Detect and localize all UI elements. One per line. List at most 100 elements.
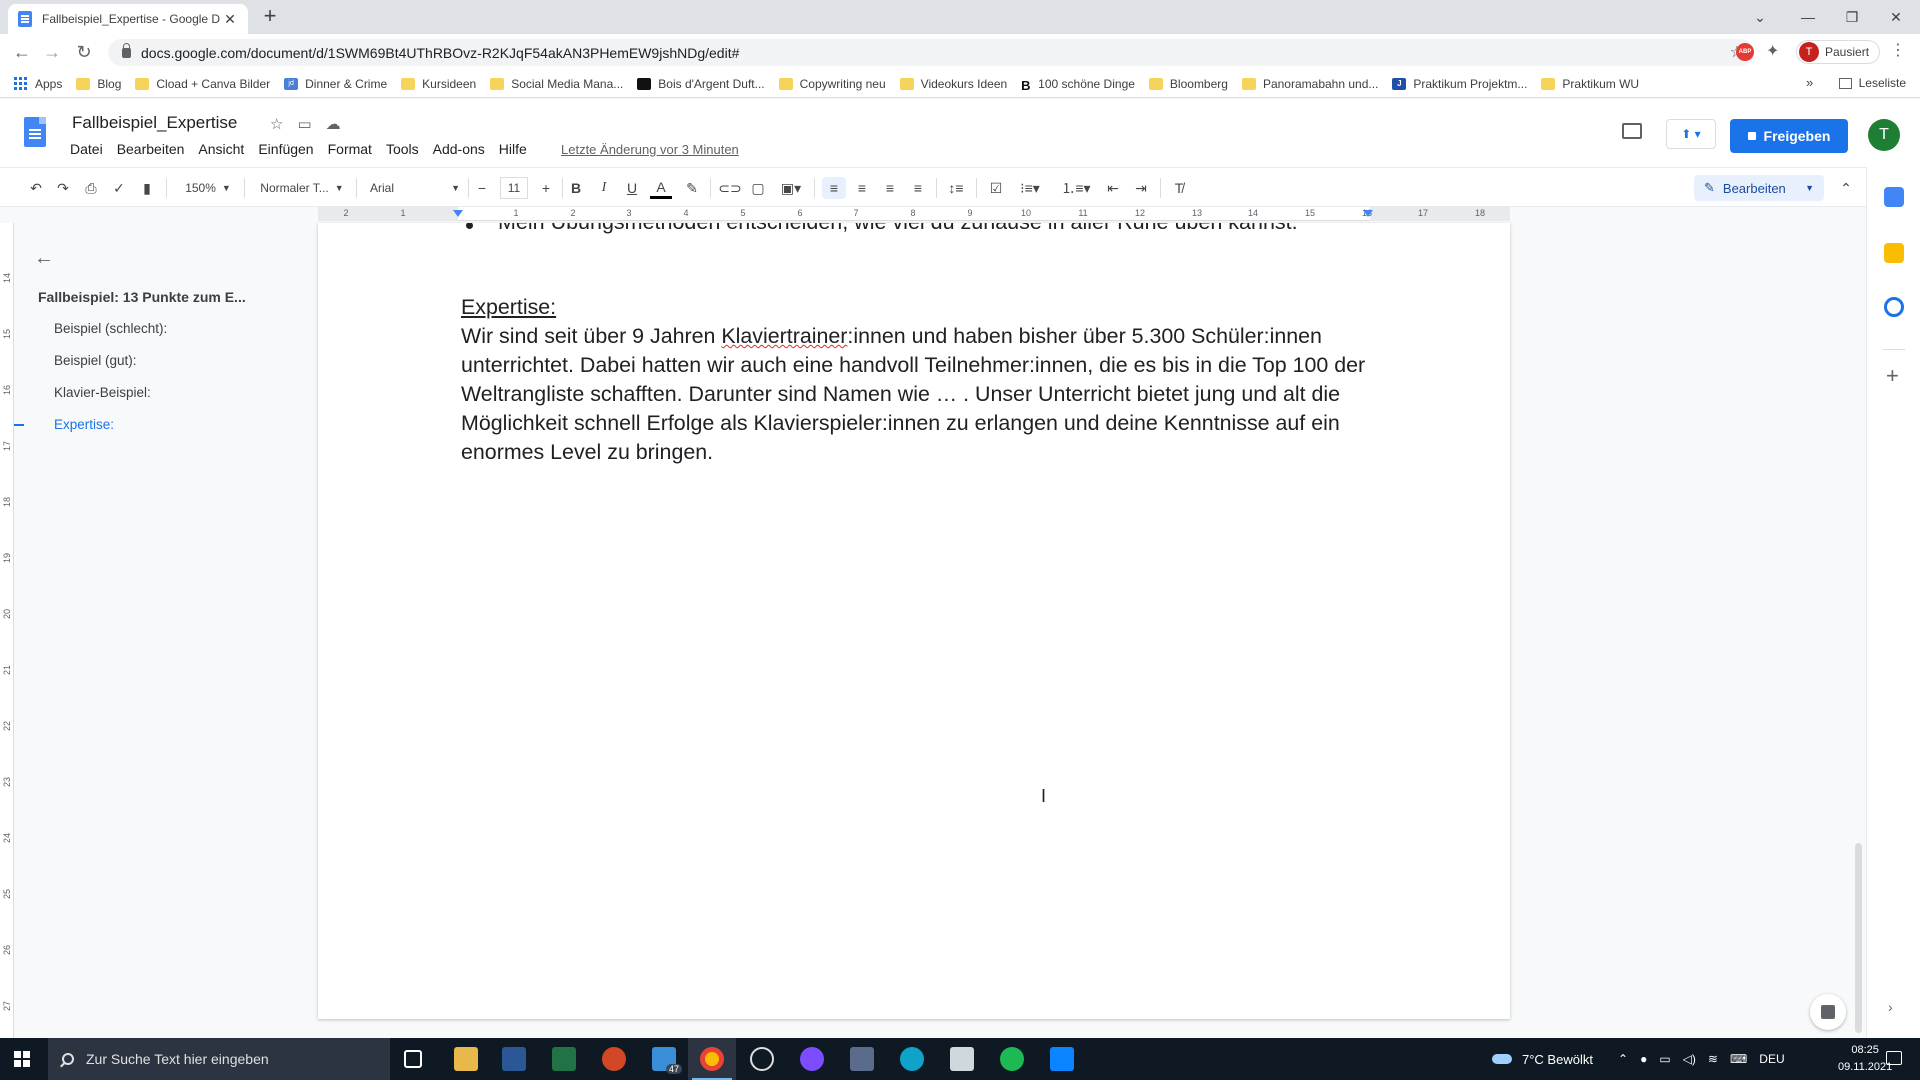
bookmark-videokurs[interactable]: Videokurs Ideen — [899, 77, 1007, 91]
forward-icon[interactable]: → — [40, 40, 64, 64]
paint-format-icon[interactable]: ▮ — [137, 177, 157, 199]
weather-widget[interactable]: 7°C Bewölkt — [1492, 1038, 1593, 1080]
bookmark-panoramabahn[interactable]: Panoramabahn und... — [1241, 77, 1378, 91]
checklist-icon[interactable]: ☑ — [984, 177, 1008, 199]
keyboard-icon[interactable]: ⌨ — [1730, 1052, 1747, 1066]
app-window-icon[interactable] — [850, 1047, 874, 1071]
insert-image-icon[interactable]: ▣▾ — [776, 177, 806, 199]
bold-icon[interactable]: B — [566, 177, 586, 199]
bulleted-list-icon[interactable]: ⁝≡▾ — [1012, 177, 1048, 199]
new-tab-button[interactable]: + — [258, 5, 282, 29]
menu-bearbeiten[interactable]: Bearbeiten — [117, 141, 185, 157]
close-window-button[interactable]: ✕ — [1878, 0, 1914, 34]
notepad-icon[interactable] — [950, 1047, 974, 1071]
show-side-panel-chevron-icon[interactable]: › — [1888, 999, 1893, 1015]
bookmark-cload-canva[interactable]: Cload + Canva Bilder — [135, 77, 270, 91]
present-button[interactable]: ⬆ ▾ — [1666, 119, 1716, 149]
editing-mode-select[interactable]: ✎ Bearbeiten ▼ — [1694, 175, 1824, 201]
more-bookmarks-icon[interactable]: » — [1806, 75, 1813, 90]
user-avatar[interactable]: T — [1868, 119, 1900, 151]
menu-addons[interactable]: Add-ons — [433, 141, 485, 157]
windows-start-icon[interactable] — [14, 1051, 30, 1067]
scrollbar-thumb[interactable] — [1855, 843, 1862, 1033]
spotify-icon[interactable] — [1000, 1047, 1024, 1071]
photos-icon[interactable] — [1050, 1047, 1074, 1071]
paragraph-text-start[interactable]: Wir sind seit über 9 Jahren — [461, 324, 721, 348]
right-indent-marker[interactable] — [1363, 210, 1373, 217]
align-left-icon[interactable]: ≡ — [822, 177, 846, 199]
tab-search-icon[interactable]: ⌄ — [1748, 0, 1772, 34]
numbered-list-icon[interactable]: ⒈≡▾ — [1058, 177, 1094, 199]
bookmark-praktikum-projektm[interactable]: J Praktikum Projektm... — [1392, 77, 1527, 91]
notification-center-icon[interactable] — [1886, 1051, 1902, 1065]
clear-formatting-icon[interactable]: T̸ — [1168, 177, 1190, 199]
add-comment-icon[interactable]: ▢ — [748, 177, 768, 199]
outline-item-expertise[interactable]: Expertise: — [54, 417, 114, 432]
bookmark-bois-dargent[interactable]: Bois d'Argent Duft... — [637, 77, 765, 91]
cloud-saved-icon[interactable]: ☁ — [326, 115, 341, 133]
comments-icon[interactable] — [1622, 123, 1642, 139]
section-heading[interactable]: Expertise: — [461, 293, 1366, 322]
left-indent-marker[interactable] — [453, 210, 463, 217]
document-page[interactable]: Mein Übungsmethoden entscheiden, wie vie… — [318, 223, 1510, 1019]
app-icon[interactable] — [800, 1047, 824, 1071]
menu-einfuegen[interactable]: Einfügen — [258, 141, 313, 157]
extensions-puzzle-icon[interactable]: ✦ — [1766, 41, 1779, 61]
undo-icon[interactable]: ↶ — [26, 177, 46, 199]
font-select[interactable]: Arial ▼ — [370, 177, 460, 199]
keep-icon[interactable] — [1884, 243, 1904, 263]
collapse-menus-icon[interactable]: ⌃ — [1836, 177, 1856, 199]
close-outline-back-icon[interactable]: ← — [34, 247, 54, 270]
browser-menu-icon[interactable]: ⋮ — [1890, 40, 1906, 60]
document-scrollbar[interactable] — [1852, 223, 1866, 1038]
share-button[interactable]: Freigeben — [1730, 119, 1848, 153]
bookmark-dinner-crime[interactable]: jd Dinner & Crime — [284, 77, 387, 91]
print-icon[interactable]: ⎙ — [81, 177, 101, 199]
line-spacing-icon[interactable]: ↕≡ — [944, 177, 968, 199]
horizontal-ruler[interactable]: 2 1 1 2 3 4 5 6 7 8 9 10 11 12 13 14 15 … — [318, 207, 1510, 221]
font-size-input[interactable]: 11 — [499, 177, 529, 199]
bookmark-copywriting[interactable]: Copywriting neu — [778, 77, 886, 91]
spellcheck-icon[interactable]: ✓ — [109, 177, 129, 199]
docs-logo-icon[interactable] — [24, 117, 46, 147]
powerpoint-icon[interactable] — [602, 1047, 626, 1071]
calendar-icon[interactable] — [1884, 187, 1904, 207]
underline-icon[interactable]: U — [622, 177, 642, 199]
adblock-extension-icon[interactable]: ABP — [1736, 43, 1754, 61]
chrome-icon[interactable] — [700, 1047, 724, 1071]
reload-icon[interactable]: ↻ — [72, 40, 96, 64]
obs-icon[interactable] — [750, 1047, 774, 1071]
task-view-icon[interactable] — [404, 1050, 422, 1068]
excel-icon[interactable] — [552, 1047, 576, 1071]
bookmark-social-media[interactable]: Social Media Mana... — [490, 77, 623, 91]
decrease-indent-icon[interactable]: ⇤ — [1102, 177, 1124, 199]
decrease-font-size-icon[interactable]: − — [474, 177, 490, 199]
tasks-icon[interactable] — [1884, 297, 1904, 317]
tray-chevron-icon[interactable]: ⌃ — [1618, 1052, 1628, 1066]
menu-ansicht[interactable]: Ansicht — [198, 141, 244, 157]
file-explorer-icon[interactable] — [454, 1047, 478, 1071]
word-icon[interactable] — [502, 1047, 526, 1071]
document-body[interactable]: Expertise: Wir sind seit über 9 Jahren K… — [461, 293, 1366, 467]
get-addons-plus-icon[interactable]: + — [1886, 363, 1899, 389]
menu-format[interactable]: Format — [328, 141, 372, 157]
profile-button[interactable]: T Pausiert — [1796, 40, 1880, 64]
bullet-list-item[interactable]: Mein Übungsmethoden entscheiden, wie vie… — [466, 223, 1298, 235]
bookmark-apps[interactable]: Apps — [14, 77, 62, 91]
language-indicator[interactable]: DEU — [1759, 1052, 1784, 1066]
address-bar[interactable]: docs.google.com/document/d/1SWM69Bt4UThR… — [108, 39, 1754, 66]
outline-item-klavier-beispiel[interactable]: Klavier-Beispiel: — [54, 385, 151, 400]
menu-datei[interactable]: Datei — [70, 141, 103, 157]
zoom-select[interactable]: 150% ▼ — [180, 177, 236, 199]
highlight-color-icon[interactable]: ✎ — [682, 177, 702, 199]
minimize-window-button[interactable]: — — [1790, 0, 1826, 34]
outline-item-beispiel-gut[interactable]: Beispiel (gut): — [54, 353, 137, 368]
bookmark-bloomberg[interactable]: Bloomberg — [1148, 77, 1228, 91]
bookmark-blog[interactable]: Blog — [76, 77, 121, 91]
increase-font-size-icon[interactable]: + — [538, 177, 554, 199]
bookmark-kursideen[interactable]: Kursideen — [401, 77, 476, 91]
volume-icon[interactable]: ◁) — [1683, 1052, 1696, 1066]
star-icon[interactable]: ☆ — [270, 115, 283, 133]
document-title[interactable]: Fallbeispiel_Expertise — [72, 113, 237, 133]
last-edit-link[interactable]: Letzte Änderung vor 3 Minuten — [561, 142, 739, 157]
